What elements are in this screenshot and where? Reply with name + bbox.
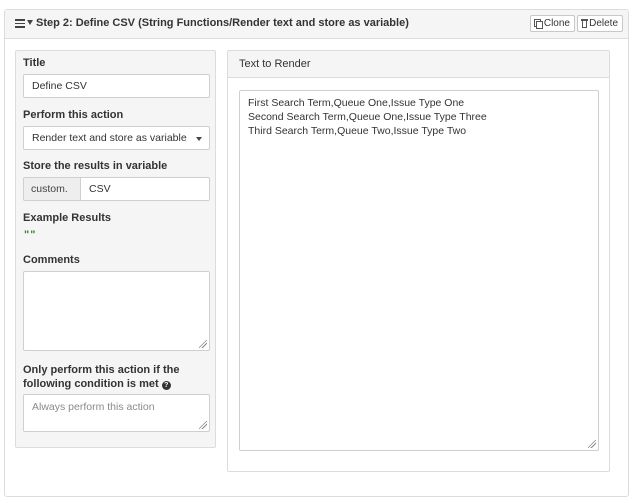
comments-value: [24, 272, 209, 284]
settings-panel: Title Define CSV Perform this action Ren…: [15, 50, 216, 448]
question-icon[interactable]: ?: [161, 381, 171, 390]
action-select[interactable]: Render text and store as variable: [23, 126, 210, 150]
action-label: Perform this action: [23, 109, 124, 121]
title-label: Title: [23, 57, 46, 69]
render-textarea[interactable]: First Search Term,Queue One,Issue Type O…: [239, 90, 599, 451]
variable-input[interactable]: CSV: [80, 177, 210, 201]
step-card: Step 2: Define CSV (String Functions/Ren…: [4, 9, 629, 497]
render-panel: Text to Render First Search Term,Queue O…: [227, 50, 610, 472]
render-line: Third Search Term,Queue Two,Issue Type T…: [248, 125, 467, 137]
title-input[interactable]: Define CSV: [23, 74, 210, 98]
chevron-down-icon: [196, 137, 202, 141]
action-selected-value: Render text and store as variable: [32, 132, 187, 144]
render-panel-title: Text to Render: [239, 58, 311, 70]
resize-handle-icon[interactable]: [588, 440, 596, 448]
condition-placeholder: Always perform this action: [32, 401, 155, 413]
comments-input[interactable]: [23, 271, 210, 351]
hamburger-icon[interactable]: [15, 19, 25, 28]
render-line: Second Search Term,Queue One,Issue Type …: [248, 111, 487, 123]
delete-label: Delete: [589, 17, 618, 29]
store-label: Store the results in variable: [23, 160, 168, 172]
variable-prefix: custom.: [23, 177, 81, 201]
clone-button[interactable]: Clone: [530, 15, 575, 32]
trash-icon: [581, 19, 588, 28]
example-label: Example Results: [23, 212, 112, 224]
condition-label: Only perform this action if the followin…: [23, 363, 213, 391]
render-line: First Search Term,Queue One,Issue Type O…: [248, 97, 465, 109]
clone-label: Clone: [543, 17, 570, 29]
condition-label-text: Only perform this action if the followin…: [23, 364, 180, 390]
resize-handle-icon[interactable]: [199, 421, 207, 429]
render-panel-header: Text to Render: [228, 51, 609, 78]
step-header: Step 2: Define CSV (String Functions/Ren…: [5, 10, 628, 39]
step-title: Step 2: Define CSV (String Functions/Ren…: [36, 17, 409, 29]
chevron-down-icon[interactable]: [27, 20, 33, 25]
comments-label: Comments: [23, 254, 80, 266]
condition-input[interactable]: Always perform this action: [23, 394, 210, 432]
delete-button[interactable]: Delete: [577, 15, 623, 32]
example-value: "": [24, 229, 37, 241]
resize-handle-icon[interactable]: [199, 340, 207, 348]
clone-icon: [534, 19, 543, 29]
